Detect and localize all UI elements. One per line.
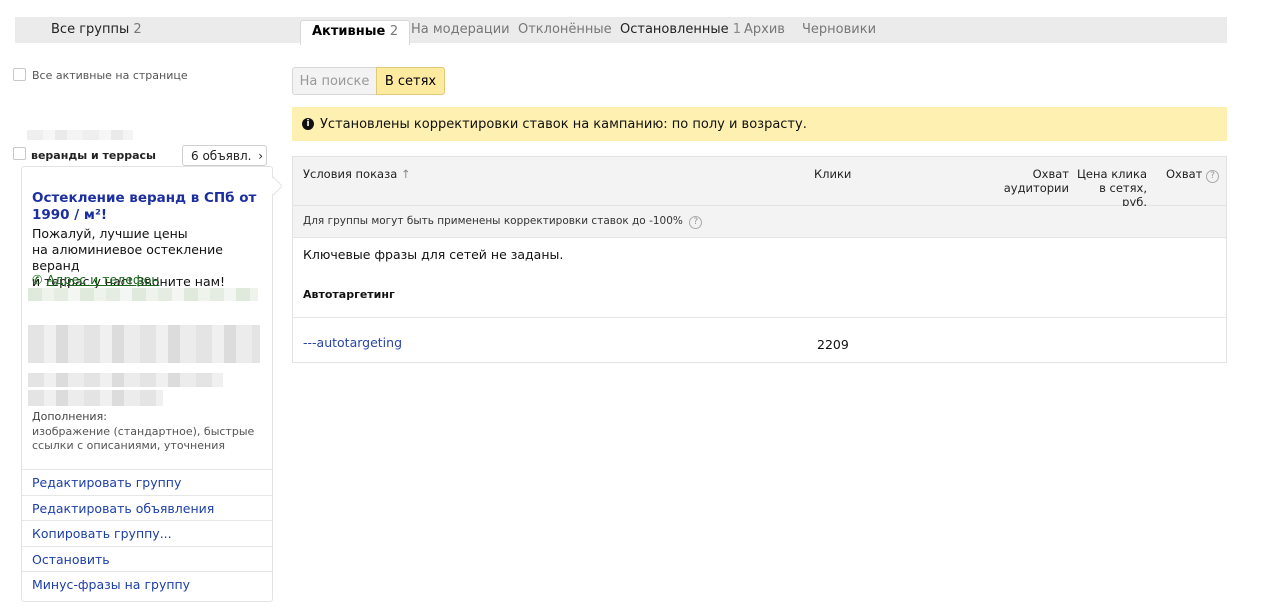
no-keywords-text: Ключевые фразы для сетей не заданы. [303, 247, 564, 262]
group-actions-list: Редактировать группу Редактировать объяв… [22, 469, 272, 597]
tab-all-groups-count: 2 [133, 22, 142, 37]
tab-archive-label: Архив [744, 22, 785, 37]
address-phone-link[interactable]: ✆ Адрес и телефон [32, 272, 159, 287]
edit-ads-link[interactable]: Редактировать объявления [22, 494, 272, 521]
bid-adjustment-notice: i Установлены корректировки ставок на ка… [292, 107, 1227, 141]
bid-adjustment-subhead: Для группы могут быть применены корректи… [293, 206, 1226, 238]
tab-moderation-label: На модерации [411, 22, 510, 37]
tab-active-count: 2 [389, 24, 399, 39]
ad-title[interactable]: Остекление веранд в СПб от 1990 / м²! [32, 190, 268, 224]
blurred-group-id [27, 130, 133, 140]
group-checkbox[interactable] [13, 147, 26, 160]
tab-drafts-label: Черновики [802, 22, 877, 37]
tab-stopped-count: 1 [732, 22, 742, 37]
ads-count-button[interactable]: 6 объявл. › [182, 145, 267, 166]
autotargeting-heading: Автотаргетинг [303, 288, 395, 301]
select-all-active-checkbox[interactable] [13, 68, 26, 81]
tab-active-label: Активные [312, 24, 386, 39]
negative-keywords-link[interactable]: Минус-фразы на группу [22, 571, 272, 597]
header-audience-reach[interactable]: Охват аудитории [993, 167, 1069, 195]
tab-stopped[interactable]: Остановленные 1 [620, 22, 741, 37]
group-name: веранды и террасы [31, 149, 156, 162]
card-pointer-arrow [272, 176, 282, 196]
ad-text-line-2: на алюминиевое остекление веранд [32, 242, 223, 273]
chevron-right-icon: › [258, 149, 264, 163]
autotargeting-condition-link[interactable]: ---autotargeting [303, 335, 402, 350]
tab-rejected[interactable]: Отклонённые [518, 22, 612, 37]
notice-text: Установлены корректировки ставок на камп… [320, 117, 807, 132]
tab-archive[interactable]: Архив [744, 22, 785, 37]
tab-drafts[interactable]: Черновики [802, 22, 876, 37]
addons-text: изображение (стандартное), быстрые ссылк… [32, 425, 255, 452]
header-conditions-label: Условия показа [303, 167, 398, 181]
sort-arrow-icon: ↑ [400, 167, 411, 181]
header-clicks[interactable]: Клики [814, 167, 851, 181]
blurred-sitelinks [28, 288, 258, 301]
row-divider [293, 317, 1226, 318]
help-icon[interactable]: ? [689, 216, 703, 229]
tab-stopped-label: Остановленные [620, 22, 729, 37]
segment-networks-button[interactable]: В сетях [376, 67, 445, 95]
header-cpc-line-1: Цена клика [1077, 167, 1147, 181]
edit-group-link[interactable]: Редактировать группу [22, 469, 272, 495]
header-audience-reach-line-1: Охват [1032, 167, 1069, 181]
segment-search-button[interactable]: На поиске [292, 67, 377, 95]
header-reach-label: Охват [1166, 167, 1203, 181]
copy-group-link[interactable]: Копировать группу... [22, 520, 272, 546]
subhead-text: Для группы могут быть применены корректи… [303, 215, 683, 227]
stop-group-link[interactable]: Остановить [22, 545, 272, 572]
tab-all-groups[interactable]: Все группы 2 [51, 22, 142, 37]
ads-count-label: 6 объявл. [191, 149, 252, 163]
header-cpc[interactable]: Цена клика в сетях, руб. [1073, 167, 1147, 209]
group-status-tabs: Все группы 2 Активные 2 На модерации Отк… [15, 17, 1227, 45]
select-all-active-label: Все активные на странице [32, 69, 188, 82]
phone-icon: ✆ [32, 272, 43, 287]
tab-active[interactable]: Активные 2 [300, 20, 411, 45]
table-header: Условия показа ↑ Клики Охват аудитории Ц… [293, 157, 1226, 209]
info-icon: i [302, 118, 314, 130]
tab-moderation[interactable]: На модерации [411, 22, 510, 37]
tab-all-groups-label: Все группы [51, 22, 130, 37]
autotargeting-clicks-value: 2209 [817, 337, 849, 352]
header-audience-reach-line-2: аудитории [1003, 181, 1069, 195]
addons-heading: Дополнения: [32, 410, 107, 423]
header-conditions[interactable]: Условия показа ↑ [303, 167, 411, 181]
header-reach[interactable]: Охват ? [1166, 167, 1220, 183]
address-phone-label: Адрес и телефон [46, 272, 160, 287]
header-cpc-line-2: в сетях, руб. [1099, 181, 1147, 209]
ad-text-line-1: Пожалуй, лучшие цены [32, 226, 188, 241]
tab-rejected-label: Отклонённые [518, 22, 612, 37]
help-icon[interactable]: ? [1206, 170, 1220, 183]
conditions-table: Условия показа ↑ Клики Охват аудитории Ц… [292, 156, 1227, 363]
blurred-callouts-1 [28, 373, 223, 387]
blurred-callouts-2 [28, 390, 163, 406]
blurred-image-block [28, 325, 260, 363]
